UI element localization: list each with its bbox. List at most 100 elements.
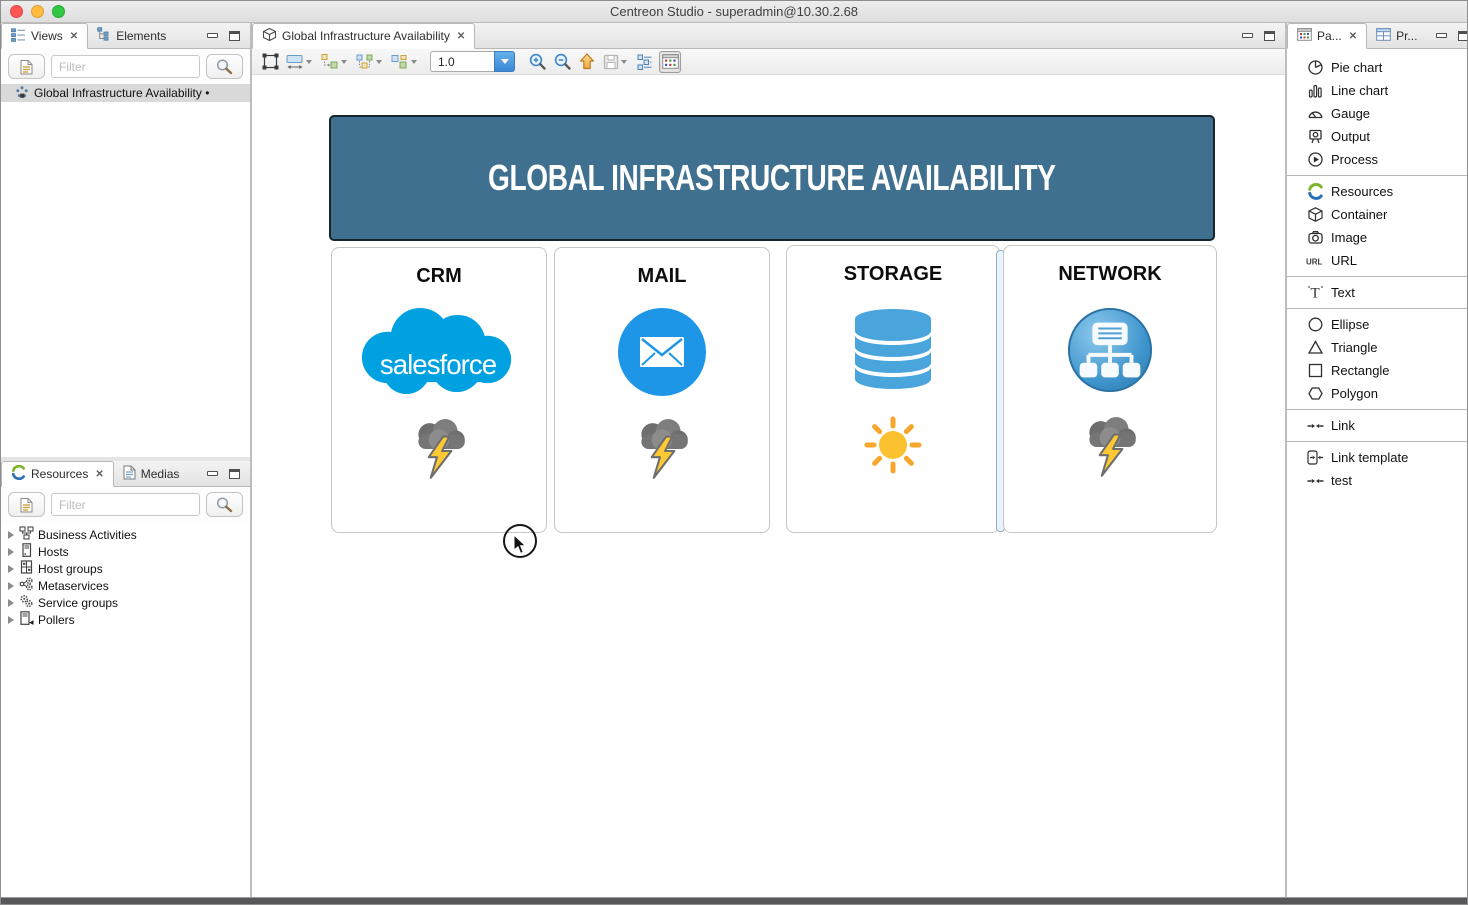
tab-medias[interactable]: Medias (114, 461, 189, 486)
tree-item-host-groups[interactable]: Host groups (1, 560, 250, 577)
palette-item-resources[interactable]: Resources (1287, 180, 1467, 203)
palette-tabbar: Pa... ✕ Pr... (1287, 23, 1467, 49)
views-filter-input[interactable] (51, 55, 200, 78)
views-panel: Views ✕ Elements (1, 23, 250, 461)
cursor-arrow-icon (513, 535, 527, 555)
tab-elements[interactable]: Elements (88, 23, 175, 48)
layout-horizontal-button[interactable] (319, 51, 351, 73)
minimize-window-button[interactable] (31, 5, 44, 18)
zoom-out-button[interactable] (551, 51, 573, 73)
tree-item-service-groups[interactable]: Service groups (1, 594, 250, 611)
new-resource-button[interactable] (8, 492, 45, 517)
zoom-level-select[interactable]: 1.0 (430, 51, 515, 72)
medias-icon (123, 465, 136, 483)
editor-tab[interactable]: Global Infrastructure Availability ✕ (252, 23, 475, 49)
select-bounds-button[interactable] (259, 51, 281, 73)
palette-grid-mode-button[interactable] (659, 51, 681, 73)
palette-item-link[interactable]: Link (1287, 414, 1467, 437)
palette-item-triangle[interactable]: Triangle (1287, 336, 1467, 359)
minimize-panel-icon[interactable] (1436, 33, 1447, 38)
close-icon[interactable]: ✕ (70, 31, 78, 42)
save-button[interactable] (601, 51, 631, 73)
distribute-button[interactable] (354, 51, 386, 73)
outline-mode-button[interactable] (634, 51, 656, 73)
palette-item-container[interactable]: Container (1287, 203, 1467, 226)
bring-to-front-button[interactable] (576, 51, 598, 73)
expand-arrow-icon[interactable] (8, 616, 14, 624)
storm-cloud-icon (408, 418, 470, 492)
minimize-panel-icon[interactable] (207, 33, 218, 38)
expand-arrow-icon[interactable] (8, 531, 14, 539)
palette-item-gauge[interactable]: Gauge (1287, 102, 1467, 125)
palette-item-image[interactable]: Image (1287, 226, 1467, 249)
maximize-panel-icon[interactable] (229, 469, 240, 479)
up-arrow-icon (578, 52, 596, 71)
chevron-down-icon[interactable] (621, 60, 627, 64)
palette-item-output[interactable]: Output (1287, 125, 1467, 148)
palette-item-pie-chart[interactable]: Pie chart (1287, 56, 1467, 79)
palette-item-rectangle[interactable]: Rectangle (1287, 359, 1467, 382)
properties-table-icon (1376, 28, 1391, 44)
close-icon[interactable]: ✕ (1349, 31, 1357, 42)
palette-item-label: Link template (1331, 450, 1408, 465)
mail-card[interactable]: MAIL (554, 247, 770, 533)
zoom-level-dropdown-button[interactable] (494, 51, 515, 72)
expand-arrow-icon[interactable] (8, 599, 14, 607)
chevron-down-icon[interactable] (341, 60, 347, 64)
salesforce-logo: salesforce (355, 296, 523, 408)
maximize-panel-icon[interactable] (229, 31, 240, 41)
left-sidebar: Views ✕ Elements (1, 23, 252, 897)
palette-item-label: Container (1331, 207, 1387, 222)
banner-element[interactable]: GLOBAL INFRASTRUCTURE AVAILABILITY (329, 115, 1215, 241)
chevron-down-icon[interactable] (306, 60, 312, 64)
tree-item-business-activities[interactable]: Business Activities (1, 526, 250, 543)
close-icon[interactable]: ✕ (95, 469, 103, 480)
tab-resources[interactable]: Resources ✕ (1, 461, 114, 487)
palette-item-polygon[interactable]: Polygon (1287, 382, 1467, 405)
maximize-panel-icon[interactable] (1458, 31, 1468, 41)
palette-separator (1287, 276, 1467, 277)
new-view-button[interactable] (8, 54, 45, 79)
zoom-window-button[interactable] (52, 5, 65, 18)
tree-item-metaservices[interactable]: Metaservices (1, 577, 250, 594)
diagram-canvas[interactable]: GLOBAL INFRASTRUCTURE AVAILABILITY CRM s… (252, 75, 1285, 897)
views-search-button[interactable] (206, 54, 243, 79)
maximize-panel-icon[interactable] (1264, 31, 1275, 41)
view-list-item[interactable]: Global Infrastructure Availability • (1, 84, 250, 102)
expand-arrow-icon[interactable] (8, 582, 14, 590)
storage-card[interactable]: STORAGE (786, 245, 1000, 533)
zoom-in-button[interactable] (526, 51, 548, 73)
arrange-button[interactable] (389, 51, 421, 73)
tab-views[interactable]: Views ✕ (1, 23, 88, 49)
tree-item-hosts[interactable]: Hosts (1, 543, 250, 560)
network-card[interactable]: NETWORK (1003, 245, 1217, 533)
tree-item-pollers[interactable]: Pollers (1, 611, 250, 628)
minimize-panel-icon[interactable] (207, 471, 218, 476)
chevron-down-icon[interactable] (411, 60, 417, 64)
palette-item-line-chart[interactable]: Line chart (1287, 79, 1467, 102)
close-icon[interactable]: ✕ (457, 31, 465, 42)
resources-search-button[interactable] (206, 492, 243, 517)
centreon-icon (11, 465, 26, 483)
palette-separator (1287, 175, 1467, 176)
palette-item-label: Pie chart (1331, 60, 1382, 75)
tree-item-label: Pollers (38, 613, 75, 627)
close-window-button[interactable] (10, 5, 23, 18)
palette-item-link-template[interactable]: Link template (1287, 446, 1467, 469)
expand-arrow-icon[interactable] (8, 565, 14, 573)
resources-filter-input[interactable] (51, 493, 200, 516)
chevron-down-icon[interactable] (376, 60, 382, 64)
palette-item-text[interactable]: TText (1287, 281, 1467, 304)
palette-item-ellipse[interactable]: Ellipse (1287, 313, 1467, 336)
palette-item-test[interactable]: test (1287, 469, 1467, 492)
layout-horizontal-icon (320, 53, 340, 71)
minimize-panel-icon[interactable] (1242, 33, 1253, 38)
align-button[interactable] (284, 51, 316, 73)
polygon-icon (1306, 385, 1324, 402)
expand-arrow-icon[interactable] (8, 548, 14, 556)
tab-properties[interactable]: Pr... (1367, 23, 1426, 48)
palette-item-url[interactable]: URLURL (1287, 249, 1467, 272)
palette-item-process[interactable]: Process (1287, 148, 1467, 171)
crm-card[interactable]: CRM salesforce (331, 247, 547, 533)
tab-palette[interactable]: Pa... ✕ (1287, 23, 1367, 49)
